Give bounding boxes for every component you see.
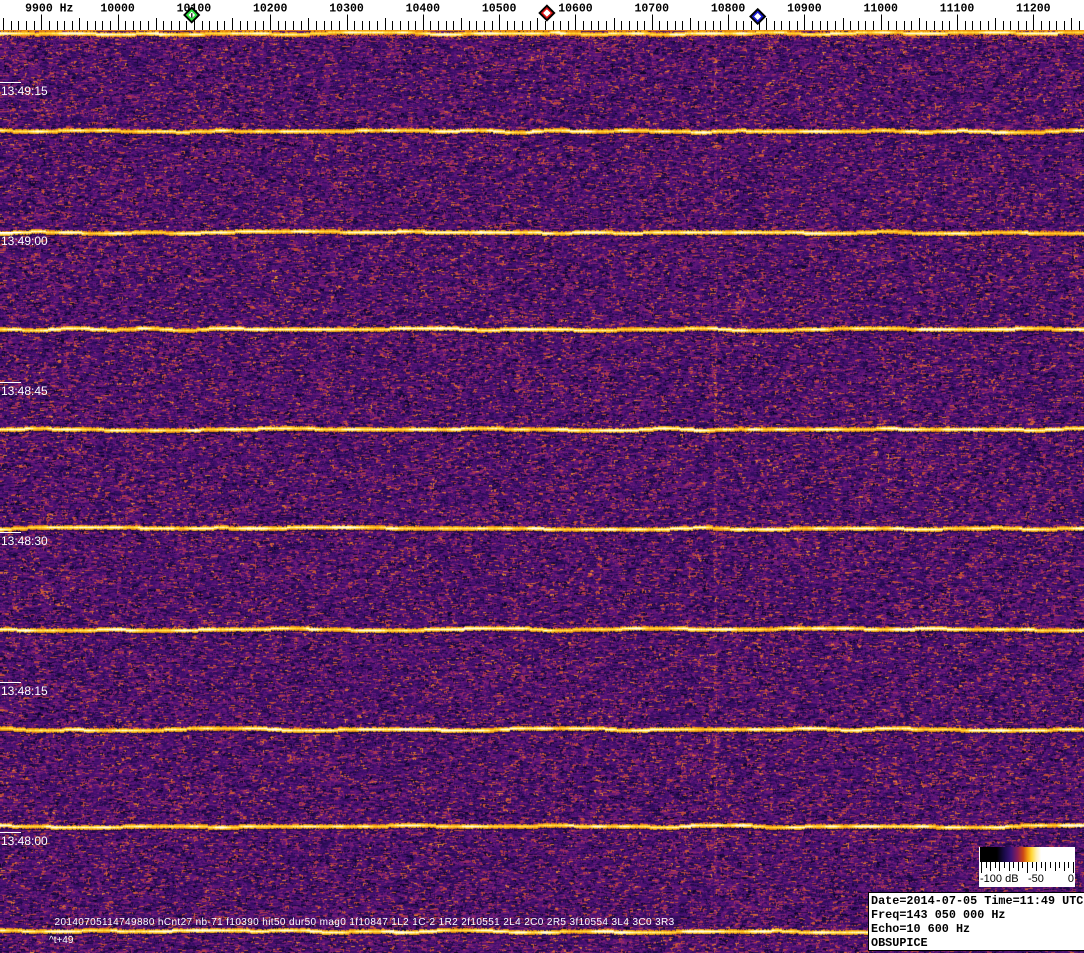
svg-text:10500: 10500 xyxy=(482,3,517,16)
svg-text:10900: 10900 xyxy=(787,3,822,16)
svg-text:11100: 11100 xyxy=(940,3,975,16)
svg-text:10700: 10700 xyxy=(635,3,670,16)
svg-text:11200: 11200 xyxy=(1016,3,1051,16)
svg-text:10200: 10200 xyxy=(253,3,288,16)
svg-text:10600: 10600 xyxy=(558,3,593,16)
svg-text:10000: 10000 xyxy=(100,3,135,16)
svg-text:11000: 11000 xyxy=(863,3,898,16)
svg-text:9900 Hz: 9900 Hz xyxy=(25,3,73,16)
svg-text:10800: 10800 xyxy=(711,3,746,16)
svg-text:10400: 10400 xyxy=(406,3,441,16)
svg-text:10300: 10300 xyxy=(329,3,364,16)
